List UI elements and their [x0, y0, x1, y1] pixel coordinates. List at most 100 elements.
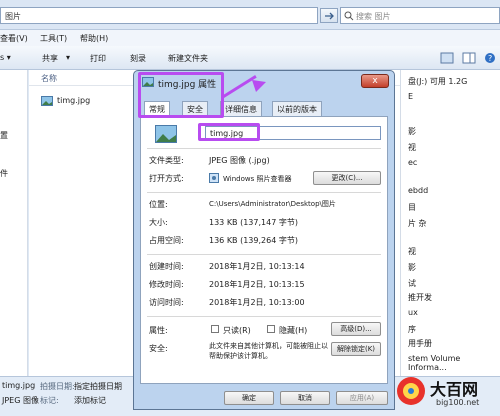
accessed-value: 2018年1月2日, 10:13:00 — [209, 298, 305, 307]
brand-logo-icon — [397, 377, 425, 405]
folder-item[interactable]: 推开发 — [408, 292, 432, 303]
search-placeholder: 搜索 图片 — [356, 12, 391, 21]
column-name[interactable]: 名称 — [41, 73, 57, 84]
image-file-icon — [155, 125, 177, 143]
help-icon: ? — [485, 53, 495, 63]
unblock-button[interactable]: 解除锁定(K) — [331, 342, 381, 356]
nav-fragment[interactable]: 件 — [0, 168, 8, 179]
drive-item[interactable]: 盘(J:) 可用 1.2G — [408, 76, 467, 87]
share-chevron-icon: ▾ — [66, 53, 71, 62]
folder-item[interactable]: 试 — [408, 278, 416, 289]
created-label: 创建时间: — [149, 262, 184, 271]
photo-viewer-icon — [209, 173, 219, 183]
open-with-value: Windows 照片查看器 — [223, 175, 292, 183]
general-panel: timg.jpg 文件类型: JPEG 图像 (.jpg) 打开方式: Wind… — [140, 116, 388, 384]
menu-tools[interactable]: 工具(T) — [40, 33, 67, 44]
arrow-head-icon — [252, 80, 266, 92]
accessed-label: 访问时间: — [149, 298, 184, 307]
menu-view[interactable]: 查看(V) — [0, 33, 28, 44]
change-button[interactable]: 更改(C)... — [313, 171, 381, 185]
folder-item[interactable]: 视 — [408, 246, 416, 257]
folder-item[interactable]: ebdd — [408, 186, 428, 195]
folder-item[interactable]: ux — [408, 308, 418, 317]
folder-item[interactable]: 视 — [408, 142, 416, 153]
hidden-checkbox[interactable] — [267, 325, 275, 333]
type-value: JPEG 图像 (.jpg) — [209, 156, 270, 165]
new-folder-button[interactable]: 新建文件夹 — [168, 53, 208, 64]
share-button[interactable]: 共享 — [42, 53, 58, 64]
created-value: 2018年1月2日, 10:13:14 — [209, 262, 305, 271]
cancel-button[interactable]: 取消 — [280, 391, 330, 405]
date-label: 拍摄日期: — [40, 382, 75, 391]
image-file-icon — [41, 96, 53, 106]
toolbar: s ▾ 共享 ▾ 打印 刻录 新建文件夹 ? — [0, 46, 500, 70]
tab-details[interactable]: 详细信息 — [220, 101, 262, 116]
menu-help[interactable]: 帮助(H) — [80, 33, 108, 44]
date-value[interactable]: 指定拍摄日期 — [74, 381, 122, 392]
properties-dialog: timg.jpg 属性 x 常规 安全 详细信息 以前的版本 timg.jpg … — [133, 70, 395, 410]
tags-value[interactable]: 添加标记 — [74, 395, 106, 406]
folder-item[interactable]: 用手册 — [408, 338, 432, 349]
tab-previous-versions[interactable]: 以前的版本 — [272, 101, 322, 116]
file-item[interactable]: timg.jpg — [41, 94, 131, 108]
status-filename: timg.jpg — [2, 381, 36, 390]
navigation-pane: 置 件 — [0, 70, 28, 376]
divider — [147, 192, 381, 193]
svg-text:?: ? — [488, 54, 492, 63]
address-bar-area: 图片 搜索 图片 — [0, 0, 500, 30]
dialog-footer: 确定 取消 应用(A) — [134, 387, 394, 409]
search-input[interactable]: 搜索 图片 — [340, 7, 500, 24]
open-with-label: 打开方式: — [149, 174, 184, 183]
folder-item[interactable]: 序 — [408, 324, 416, 335]
status-filetype: JPEG 图像 — [2, 396, 39, 405]
close-button[interactable]: x — [361, 74, 389, 88]
folder-item[interactable]: E — [408, 92, 413, 101]
address-input[interactable]: 图片 — [0, 7, 318, 24]
watermark-logo: 大百网 big100.net — [392, 370, 500, 416]
security-message: 此文件来自其他计算机，可能被阻止以帮助保护该计算机。 — [209, 342, 328, 360]
tags-label: 标记: — [40, 396, 59, 405]
apply-button[interactable]: 应用(A) — [336, 391, 388, 405]
watermark-url: big100.net — [436, 398, 480, 407]
divider — [147, 148, 381, 149]
address-path: 图片 — [5, 12, 21, 21]
readonly-label: 只读(R) — [223, 326, 251, 335]
readonly-checkbox[interactable] — [211, 325, 219, 333]
size-value: 133 KB (137,147 字节) — [209, 218, 298, 227]
modified-label: 修改时间: — [149, 280, 184, 289]
folder-item[interactable]: 影 — [408, 126, 416, 137]
file-name: timg.jpg — [57, 96, 91, 105]
nav-fragment[interactable]: 置 — [0, 130, 8, 141]
print-button[interactable]: 打印 — [90, 53, 106, 64]
search-icon — [344, 11, 354, 21]
toolbar-fragment: s ▾ — [0, 53, 11, 62]
drive-list: 盘(J:) 可用 1.2G E 影 视 ec ebdd 目 片 杂 视 影 试 … — [400, 70, 500, 376]
location-label: 位置: — [149, 200, 168, 209]
advanced-button[interactable]: 高级(D)... — [331, 322, 381, 336]
refresh-button[interactable] — [320, 8, 338, 23]
modified-value: 2018年1月2日, 10:13:15 — [209, 280, 305, 289]
type-label: 文件类型: — [149, 156, 184, 165]
divider — [147, 254, 381, 255]
folder-item[interactable]: ec — [408, 158, 417, 167]
highlight-box-filename — [198, 123, 260, 141]
preview-pane-icon — [462, 52, 476, 64]
attributes-label: 属性: — [149, 326, 168, 335]
security-label: 安全: — [149, 344, 168, 353]
location-value: C:\Users\Administrator\Desktop\图片 — [209, 200, 336, 208]
ok-button[interactable]: 确定 — [224, 391, 274, 405]
folder-item[interactable]: 影 — [408, 262, 416, 273]
refresh-icon — [325, 12, 334, 20]
size-label: 大小: — [149, 218, 168, 227]
disk-size-value: 136 KB (139,264 字节) — [209, 236, 298, 245]
menu-bar: 查看(V) 工具(T) 帮助(H) — [0, 30, 500, 46]
burn-button[interactable]: 刻录 — [130, 53, 146, 64]
view-options-icon — [440, 52, 454, 64]
disk-size-label: 占用空间: — [149, 236, 184, 245]
folder-item[interactable]: 片 杂 — [408, 218, 427, 229]
divider — [147, 316, 381, 317]
hidden-label: 隐藏(H) — [279, 326, 308, 335]
folder-item[interactable]: 目 — [408, 202, 416, 213]
highlight-box-title-tab — [138, 72, 224, 118]
watermark-brand: 大百网 — [430, 380, 479, 399]
